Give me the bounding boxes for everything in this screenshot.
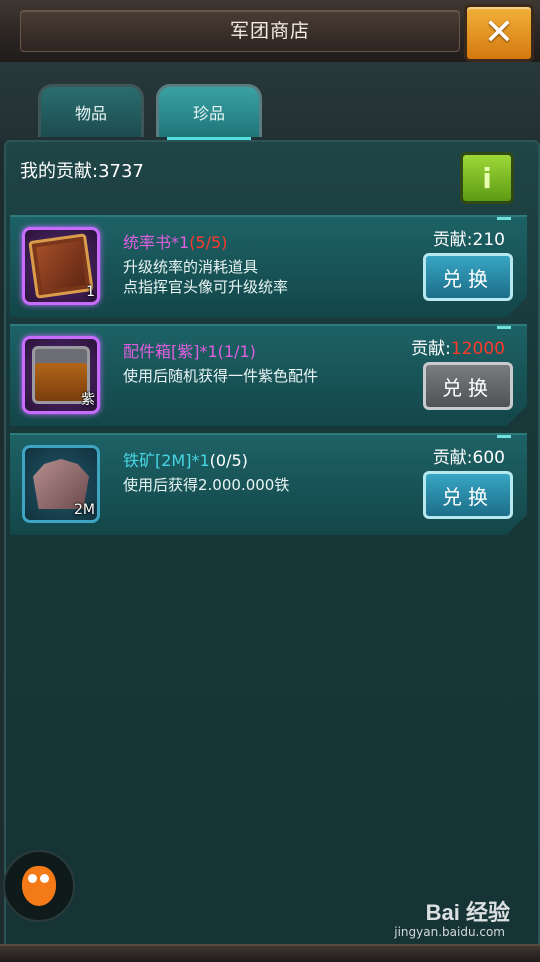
- item-quantity-badge: 1: [86, 284, 95, 300]
- exchange-button[interactable]: 兑换: [423, 362, 513, 410]
- mascot-icon: [22, 866, 56, 906]
- item-rarity-badge: 紫: [81, 392, 95, 408]
- info-icon: i: [482, 161, 492, 195]
- tab-treasures-label: 珍品: [192, 104, 225, 123]
- bottom-frame: [0, 944, 540, 962]
- shop-item-iron-ore: 2M 铁矿[2M]*1(0/5) 使用后获得2.000.000铁 贡献:600 …: [10, 433, 527, 535]
- page-title: 军团商店: [229, 20, 310, 42]
- item-description: 升级统率的消耗道具 点指挥官头像可升级统率: [123, 258, 289, 296]
- item-name: 统率书*1(5/5): [123, 233, 228, 252]
- tab-items[interactable]: 物品: [38, 84, 144, 137]
- exchange-button[interactable]: 兑换: [423, 471, 513, 519]
- item-icon-frame[interactable]: 紫: [22, 336, 100, 414]
- item-amount-badge: 2M: [74, 502, 95, 518]
- close-button[interactable]: ✕: [464, 4, 534, 62]
- close-icon: ✕: [483, 12, 515, 53]
- item-cost: 贡献:600: [432, 448, 505, 468]
- item-icon-frame[interactable]: 2M: [22, 445, 100, 523]
- item-cost: 贡献:12000: [411, 339, 505, 359]
- item-name: 配件箱[紫]*1(1/1): [123, 342, 256, 361]
- item-name: 铁矿[2M]*1(0/5): [123, 451, 248, 470]
- item-icon-frame[interactable]: 1: [22, 227, 100, 305]
- item-description: 使用后随机获得一件紫色配件: [123, 367, 319, 385]
- item-cost: 贡献:210: [432, 230, 505, 250]
- shop-item-parts-crate: 紫 配件箱[紫]*1(1/1) 使用后随机获得一件紫色配件 贡献:12000 兑…: [10, 324, 527, 426]
- assistant-mascot-button[interactable]: [3, 850, 75, 922]
- book-icon: [28, 233, 94, 299]
- item-description: 使用后获得2.000.000铁: [123, 476, 290, 494]
- exchange-button[interactable]: 兑换: [423, 253, 513, 301]
- tab-treasures[interactable]: 珍品: [156, 84, 262, 141]
- tab-items-label: 物品: [74, 104, 107, 123]
- watermark-url: jingyan.baidu.com: [394, 925, 505, 939]
- my-contribution: 我的贡献:3737: [20, 161, 144, 182]
- watermark-logo: Bai 经验: [425, 900, 510, 925]
- shop-item-command-book: 1 统率书*1(5/5) 升级统率的消耗道具 点指挥官头像可升级统率 贡献:21…: [10, 215, 527, 317]
- info-button[interactable]: i: [460, 152, 514, 204]
